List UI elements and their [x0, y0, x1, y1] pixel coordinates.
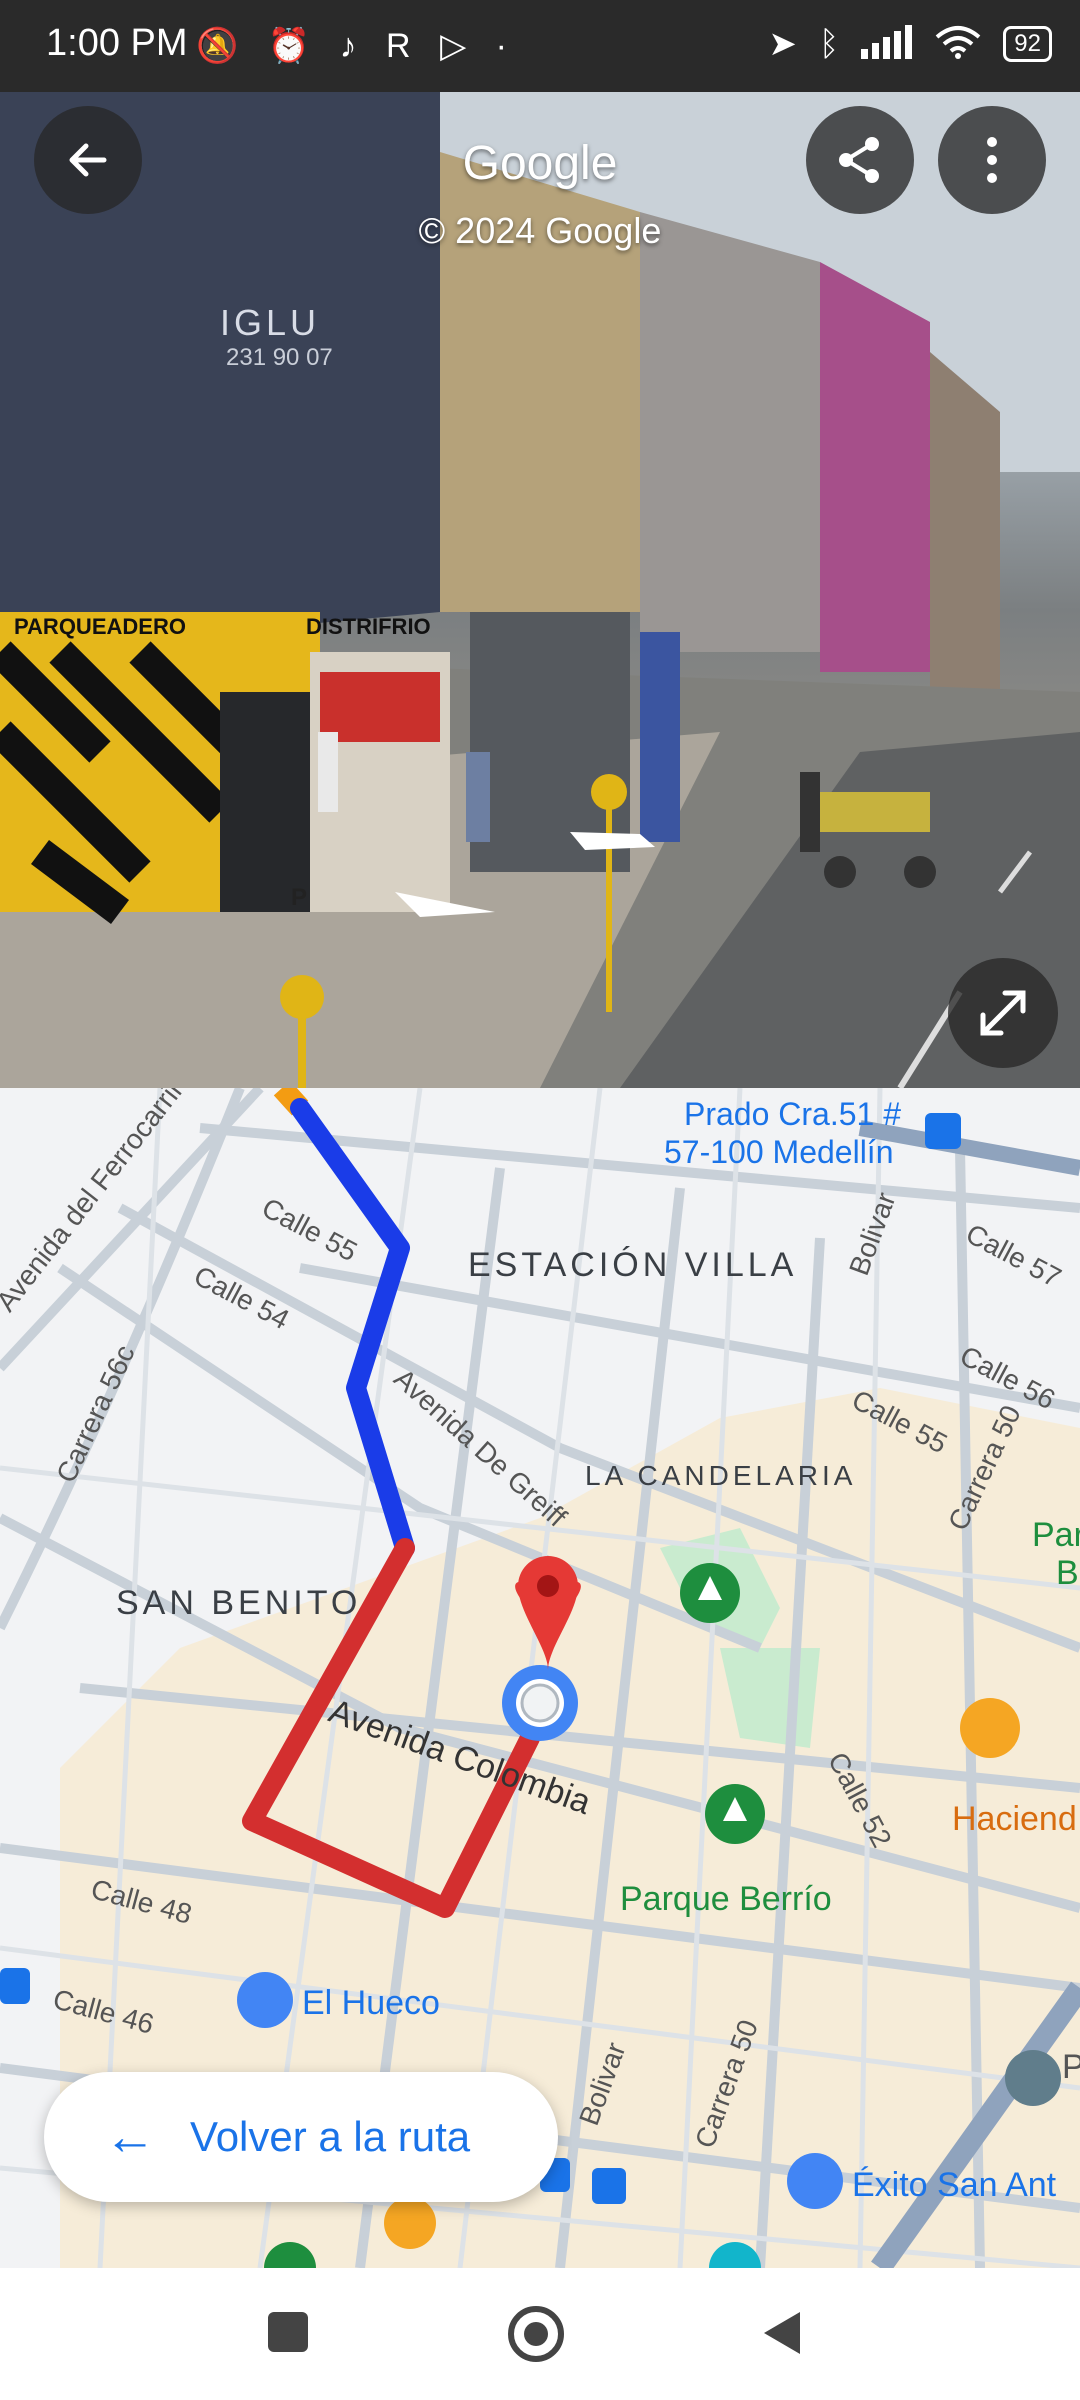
alarm-icon: ⏰ — [267, 27, 321, 65]
poi-par-cut-2[interactable]: B — [1056, 1554, 1079, 1593]
status-bar: 1:00 PM 🔕 ⏰ ♪ R ▷ · ➤ ᛒ 92 — [0, 0, 1080, 92]
r-app-icon: R — [386, 27, 421, 65]
signal-icon — [861, 24, 913, 64]
more-vert-icon — [987, 137, 997, 183]
sign-distrifrio: DISTRIFRIO — [306, 614, 431, 639]
play-icon: ▷ — [440, 27, 477, 65]
sign-iglu: IGLU — [220, 302, 321, 343]
battery-indicator: 92 — [1003, 26, 1052, 62]
parking-sign: P — [291, 884, 308, 911]
back-button[interactable] — [34, 106, 142, 214]
home-circle-icon[interactable] — [508, 2306, 564, 2362]
sign-parqueadero: PARQUEADERO — [14, 614, 186, 639]
arrow-left-icon: ← — [104, 2108, 156, 2166]
more-options-button[interactable] — [938, 106, 1046, 214]
poi-par-cut[interactable]: Par — [1032, 1516, 1080, 1555]
area-la-candelaria: LA CANDELARIA — [585, 1460, 857, 1491]
dot-icon: · — [495, 27, 517, 65]
poi-prado-line1[interactable]: Prado Cra.51 # — [684, 1096, 901, 1133]
share-icon — [839, 137, 879, 183]
area-san-benito: SAN BENITO — [116, 1584, 362, 1622]
poi-parque-berrio[interactable]: Parque Berrío — [620, 1880, 832, 1919]
back-to-route-label: Volver a la ruta — [190, 2113, 471, 2160]
status-right-icons: ➤ ᛒ 92 — [768, 24, 1052, 64]
poi-el-hueco[interactable]: El Hueco — [302, 1984, 440, 2023]
street-view-title: Google — [462, 137, 618, 190]
street-view-panorama[interactable]: IGLU 231 90 07 PARQUEADERO DISTRIFRIO P … — [0, 92, 1080, 1088]
bluetooth-icon: ᛒ — [818, 24, 840, 63]
share-button[interactable] — [806, 106, 914, 214]
poi-right-cut[interactable]: P — [1062, 2048, 1080, 2087]
expand-button[interactable] — [948, 958, 1058, 1068]
wifi-icon — [935, 25, 981, 64]
status-time: 1:00 PM — [46, 22, 188, 64]
poi-exito[interactable]: Éxito San Ant — [852, 2166, 1056, 2205]
tiktok-icon: ♪ — [339, 27, 367, 65]
back-to-route-button[interactable]: ← Volver a la ruta — [44, 2072, 558, 2202]
sign-iglu-phone: 231 90 07 — [226, 344, 333, 371]
location-icon: ➤ — [768, 25, 797, 63]
area-estacion-villa: ESTACIÓN VILLA — [468, 1246, 798, 1284]
status-left-icons: 🔕 ⏰ ♪ R ▷ · — [196, 26, 517, 66]
recents-square-icon[interactable] — [268, 2312, 308, 2352]
back-triangle-icon[interactable] — [760, 2308, 804, 2358]
arrow-left-icon — [69, 143, 107, 177]
poi-hacienda[interactable]: Haciend — [952, 1800, 1077, 1839]
expand-icon — [980, 990, 1026, 1036]
street-view-copyright: © 2024 Google — [418, 210, 662, 251]
system-navigation-bar — [0, 2268, 1080, 2400]
poi-prado-line2[interactable]: 57-100 Medellín — [664, 1134, 893, 1171]
mute-icon: 🔕 — [196, 27, 249, 65]
